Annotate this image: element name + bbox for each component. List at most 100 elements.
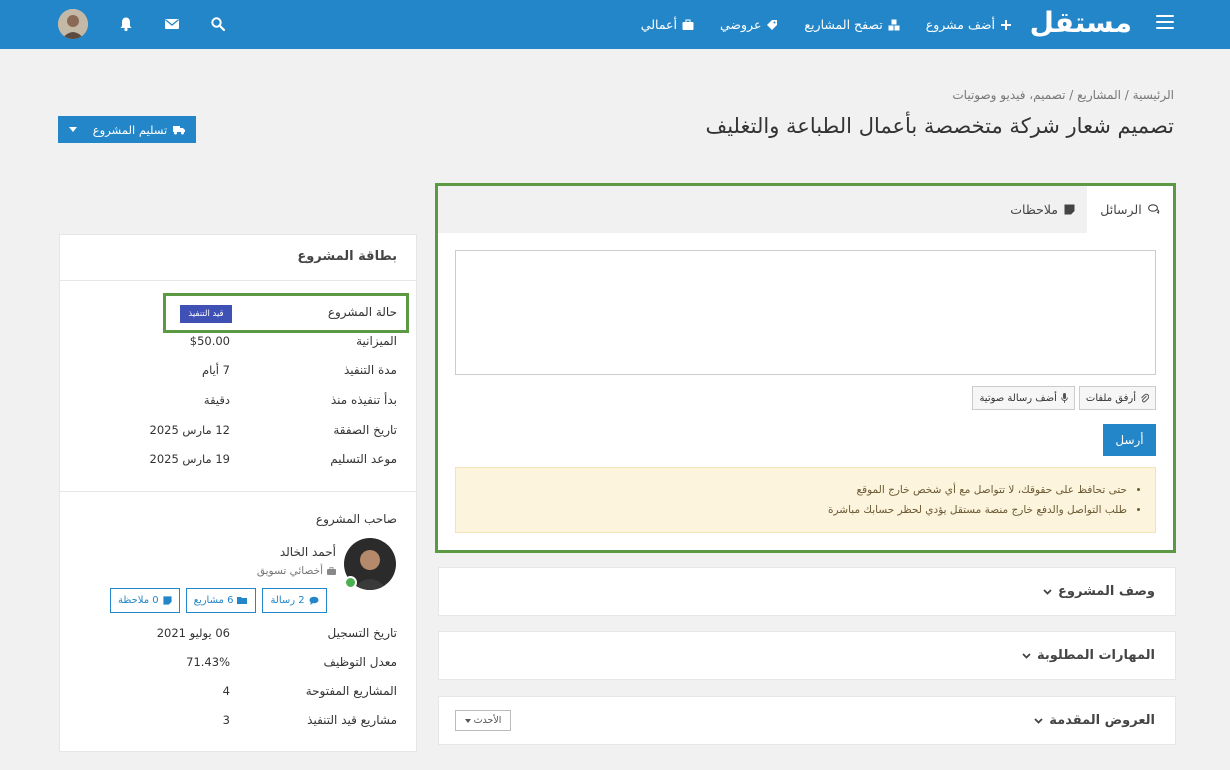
section-title: وصف المشروع	[1058, 584, 1155, 599]
caret-down-icon	[68, 127, 77, 132]
paperclip-icon	[1141, 393, 1149, 403]
send-button[interactable]: أرسل	[1103, 424, 1156, 456]
folder-open-icon	[237, 597, 248, 604]
duration-row: مدة التنفيذ 7 أيام	[60, 360, 416, 380]
site-logo[interactable]: مستقل	[1030, 5, 1133, 41]
tag-icon	[767, 19, 778, 30]
kv-value: $50.00	[189, 334, 230, 348]
owner-role-text: أخصائي تسويق	[256, 565, 323, 577]
tab-messages[interactable]: الرسائل	[1087, 186, 1173, 233]
stat-label: 2 رسالة	[270, 595, 305, 606]
attach-files-button[interactable]: أرفق ملفات	[1078, 386, 1156, 410]
kv-value: دقيقة	[203, 393, 230, 407]
attachment-buttons: أرفق ملفات أضف رسالة صوتية	[972, 386, 1156, 410]
warning-item: طلب التواصل والدفع خارج منصة مستقل يؤدي …	[456, 500, 1127, 520]
section-title: العروض المقدمة	[1049, 713, 1155, 728]
kv-label: بدأ تنفيذه منذ	[330, 393, 397, 407]
project-status-row: حالة المشروع	[60, 302, 416, 322]
kv-value: 7 أيام	[201, 363, 230, 377]
nav-link-label: تصفح المشاريع	[804, 17, 883, 32]
nav-add-project[interactable]: أضف مشروع	[926, 17, 1012, 32]
owner-stats: 0 ملاحظة 6 مشاريع 2 رسالة	[110, 588, 327, 613]
message-textarea[interactable]	[455, 250, 1156, 375]
tab-messages-label: الرسائل	[1100, 202, 1142, 217]
sticky-note-icon	[163, 596, 172, 605]
breadcrumb-category[interactable]: تصميم، فيديو وصوتيات	[952, 88, 1065, 102]
required-skills-panel[interactable]: المهارات المطلوبة	[438, 631, 1176, 680]
offers-sort-select[interactable]: الأحدث	[455, 710, 511, 731]
kv-value: 19 مارس 2025	[149, 452, 231, 466]
nav-my-offers[interactable]: عروضي	[720, 17, 778, 32]
kv-label: مدة التنفيذ	[343, 363, 397, 377]
truck-icon	[173, 125, 186, 134]
caret-down-icon	[464, 718, 471, 723]
project-status-label: حالة المشروع	[327, 305, 397, 319]
offers-panel[interactable]: العروض المقدمة الأحدث	[438, 696, 1176, 745]
section-title: المهارات المطلوبة	[1037, 648, 1155, 663]
breadcrumb-separator: /	[1120, 88, 1129, 102]
tab-notes-label: ملاحظات	[1010, 202, 1058, 217]
project-description-panel[interactable]: وصف المشروع	[438, 567, 1176, 616]
divider	[60, 280, 416, 281]
search-icon[interactable]	[210, 16, 226, 32]
started-row: بدأ تنفيذه منذ دقيقة	[60, 390, 416, 410]
nav-browse-projects[interactable]: تصفح المشاريع	[804, 17, 900, 32]
kv-value: 3	[222, 713, 230, 727]
briefcase-icon	[327, 567, 336, 575]
bell-icon[interactable]	[118, 16, 134, 32]
registration-date-row: تاريخ التسجيل 06 يوليو 2021	[60, 623, 416, 643]
breadcrumb-separator: /	[1065, 88, 1074, 102]
sort-select-value: الأحدث	[473, 715, 502, 726]
owner-role: أخصائي تسويق	[257, 565, 336, 577]
sticky-note-icon	[1064, 204, 1075, 215]
cubes-icon	[888, 19, 900, 30]
breadcrumb-projects[interactable]: المشاريع	[1077, 88, 1121, 102]
delivery-date-row: موعد التسليم 19 مارس 2025	[60, 449, 416, 469]
kv-value: 4	[222, 684, 230, 698]
attach-files-label: أرفق ملفات	[1085, 392, 1136, 404]
add-voice-message-button[interactable]: أضف رسالة صوتية	[972, 386, 1075, 410]
nav-link-label: أضف مشروع	[925, 17, 995, 32]
deliver-project-label: تسليم المشروع	[92, 122, 168, 137]
nav-my-works[interactable]: أعمالي	[641, 17, 694, 32]
nav-user-area	[58, 8, 226, 40]
deal-date-row: تاريخ الصفقة 12 مارس 2025	[60, 420, 416, 440]
deliver-project-button[interactable]: تسليم المشروع	[58, 116, 196, 143]
add-voice-label: أضف رسالة صوتية	[979, 392, 1057, 404]
nav-link-label: عروضي	[719, 17, 762, 32]
status-badge: قيد التنفيذ	[180, 305, 232, 323]
required-skills-title: المهارات المطلوبة	[1022, 648, 1155, 663]
chevron-down-icon	[1034, 717, 1043, 724]
stat-label: 6 مشاريع	[193, 595, 234, 606]
messages-tabs: الرسائل ملاحظات	[438, 186, 1173, 233]
project-card: بطاقة المشروع حالة المشروع قيد التنفيذ ا…	[59, 234, 417, 752]
comments-icon	[309, 596, 319, 605]
chevron-down-icon	[1043, 588, 1052, 595]
online-status-dot	[344, 576, 357, 589]
messages-panel: الرسائل ملاحظات أرفق ملفات أضف رسالة صوت…	[435, 183, 1176, 553]
in-progress-projects-row: مشاريع قيد التنفيذ 3	[60, 710, 416, 730]
envelope-icon[interactable]	[164, 16, 180, 32]
owner-notes-button[interactable]: 0 ملاحظة	[110, 588, 180, 613]
kv-label: المشاريع المفتوحة	[305, 684, 397, 698]
budget-row: الميزانية $50.00	[60, 331, 416, 351]
plus-icon	[1001, 19, 1011, 30]
breadcrumb: الرئيسية / المشاريع / تصميم، فيديو وصوتي…	[952, 88, 1174, 102]
kv-value: 71.43%	[186, 655, 230, 669]
kv-label: موعد التسليم	[330, 452, 397, 466]
warning-box: حتى تحافظ على حقوقك، لا تتواصل مع أي شخص…	[455, 467, 1156, 533]
kv-label: تاريخ التسجيل	[327, 626, 397, 640]
page-title: تصميم شعار شركة متخصصة بأعمال الطباعة وا…	[705, 114, 1174, 138]
project-owner-label: صاحب المشروع	[315, 512, 397, 526]
owner-projects-button[interactable]: 6 مشاريع	[185, 588, 257, 613]
owner-name[interactable]: أحمد الخالد	[280, 545, 336, 559]
breadcrumb-home[interactable]: الرئيسية	[1133, 88, 1174, 102]
project-description-title: وصف المشروع	[1043, 584, 1155, 599]
user-avatar[interactable]	[58, 9, 88, 39]
kv-value: 06 يوليو 2021	[156, 626, 230, 640]
menu-icon[interactable]	[1156, 15, 1174, 29]
owner-avatar[interactable]	[344, 538, 396, 590]
nav-link-label: أعمالي	[640, 17, 677, 32]
tab-notes[interactable]: ملاحظات	[998, 186, 1087, 233]
owner-messages-button[interactable]: 2 رسالة	[262, 588, 327, 613]
